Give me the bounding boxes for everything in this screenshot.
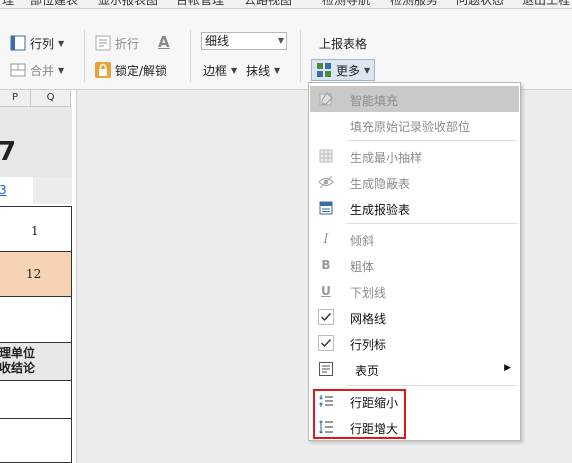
link-cell[interactable]: 3 <box>0 177 33 204</box>
grid-icon <box>318 148 334 164</box>
fill-icon <box>318 91 334 107</box>
blank-cell[interactable] <box>33 177 72 204</box>
menu-item[interactable]: 部位建表 <box>30 0 78 8</box>
menu-item-inspection-report[interactable]: 生成报验表 <box>310 195 519 221</box>
header-line: 理单位 <box>0 346 36 360</box>
wrap-button[interactable]: 折行 <box>95 33 139 53</box>
check-icon <box>318 309 334 325</box>
merge-icon <box>10 62 26 78</box>
value-text: 1 <box>31 224 39 238</box>
more-icon <box>316 62 332 78</box>
empty-cell[interactable] <box>0 381 72 419</box>
more-button[interactable]: 更多 ▼ <box>311 59 376 81</box>
chevron-down-icon[interactable]: ▼ <box>278 33 284 49</box>
menu-item-italic[interactable]: I 倾斜 <box>310 226 519 252</box>
menu-item[interactable]: 退出工程 <box>522 0 570 8</box>
merge-button[interactable]: 合并 ▼ <box>10 60 64 80</box>
border-button[interactable]: 边框 ▼ <box>203 60 237 80</box>
line-style-combo[interactable]: 细线 ▼ <box>201 32 287 50</box>
submenu-arrow-icon: ▶ <box>504 363 511 373</box>
spreadsheet-grid: P Q 7 3 1 12 理单位 收结论 <box>0 90 77 463</box>
lock-icon <box>95 62 111 78</box>
value-cell[interactable]: 12 <box>0 252 72 297</box>
menu-item[interactable]: 问题状态 <box>456 0 504 8</box>
menu-item-row-col-headers[interactable]: 行列标 <box>310 330 519 356</box>
form-icon <box>318 200 334 216</box>
italic-icon: I <box>323 231 329 247</box>
eye-icon <box>318 174 334 190</box>
more-label: 更多 <box>336 63 361 78</box>
row-col-label: 行列 <box>30 36 55 51</box>
menu-item-smart-fill[interactable]: 智能填充 <box>310 86 519 112</box>
lock-label: 锁定/解锁 <box>115 63 168 78</box>
erase-line-label: 抹线 <box>246 63 271 78</box>
menu-item[interactable]: 检测服务 <box>390 0 438 8</box>
column-header[interactable]: P <box>0 90 31 107</box>
menu-divider <box>347 140 517 141</box>
header-line: 收结论 <box>0 361 36 375</box>
check-icon <box>318 335 334 351</box>
header-cell[interactable]: 理单位 收结论 <box>0 343 72 381</box>
erase-line-button[interactable]: 抹线 ▼ <box>246 60 280 80</box>
ribbon-divider <box>84 30 85 82</box>
wrap-label: 折行 <box>115 36 140 51</box>
title-fragment: 7 <box>0 137 16 167</box>
page-icon <box>318 361 334 377</box>
value-text: 12 <box>26 267 42 281</box>
menu-item[interactable]: 理 <box>2 0 14 8</box>
lock-button[interactable]: 锁定/解锁 <box>95 60 167 80</box>
font-letter: A <box>158 33 170 51</box>
menu-item[interactable]: 台帐管理 <box>176 0 224 8</box>
menu-divider <box>347 385 517 386</box>
empty-cell[interactable] <box>0 419 72 463</box>
menu-item-gridlines[interactable]: 网格线 <box>310 304 519 330</box>
border-label: 边框 <box>203 63 228 78</box>
bold-icon: B <box>321 258 331 272</box>
ribbon-divider <box>300 30 301 82</box>
more-dropdown-menu: 智能填充 填充原始记录验收部位 生成最小抽样 生成隐蔽表 生成报验表 I 倾斜 … <box>308 82 521 441</box>
underline-icon: U <box>321 284 331 298</box>
empty-cell[interactable] <box>0 297 72 343</box>
wrap-text-icon <box>95 35 111 51</box>
merge-label: 合并 <box>30 63 55 78</box>
menu-item-min-sample[interactable]: 生成最小抽样 <box>310 143 519 169</box>
font-color-button[interactable]: A <box>158 32 170 52</box>
line-style-value: 细线 <box>205 34 230 48</box>
menu-item[interactable]: 检测导航 <box>322 0 370 8</box>
menu-divider <box>347 223 517 224</box>
top-menubar: 理 部位建表 显示报表图 台帐管理 公路视图 检测导航 检测服务 问题状态 退出… <box>0 0 572 9</box>
ribbon-divider <box>190 30 191 82</box>
menu-item[interactable]: 显示报表图 <box>98 0 158 8</box>
row-col-icon <box>10 35 26 51</box>
column-header[interactable]: Q <box>31 90 71 107</box>
menu-item[interactable]: 公路视图 <box>244 0 292 8</box>
menu-item-fill-inspection[interactable]: 填充原始记录验收部位 <box>310 112 519 138</box>
menu-item-hidden-table[interactable]: 生成隐蔽表 <box>310 169 519 195</box>
highlight-annotation <box>313 389 406 439</box>
report-table-button[interactable]: 上报表格 <box>319 33 367 53</box>
link-fragment: 3 <box>0 183 7 197</box>
row-col-button[interactable]: 行列 ▼ <box>10 33 64 53</box>
menu-item-sheet-page[interactable]: 表页 ▶ <box>310 356 519 382</box>
title-cell[interactable]: 7 <box>0 107 72 177</box>
value-cell[interactable]: 1 <box>0 206 72 252</box>
menu-item-underline[interactable]: U 下划线 <box>310 278 519 304</box>
menu-item-bold[interactable]: B 粗体 <box>310 252 519 278</box>
report-table-label: 上报表格 <box>319 36 368 51</box>
